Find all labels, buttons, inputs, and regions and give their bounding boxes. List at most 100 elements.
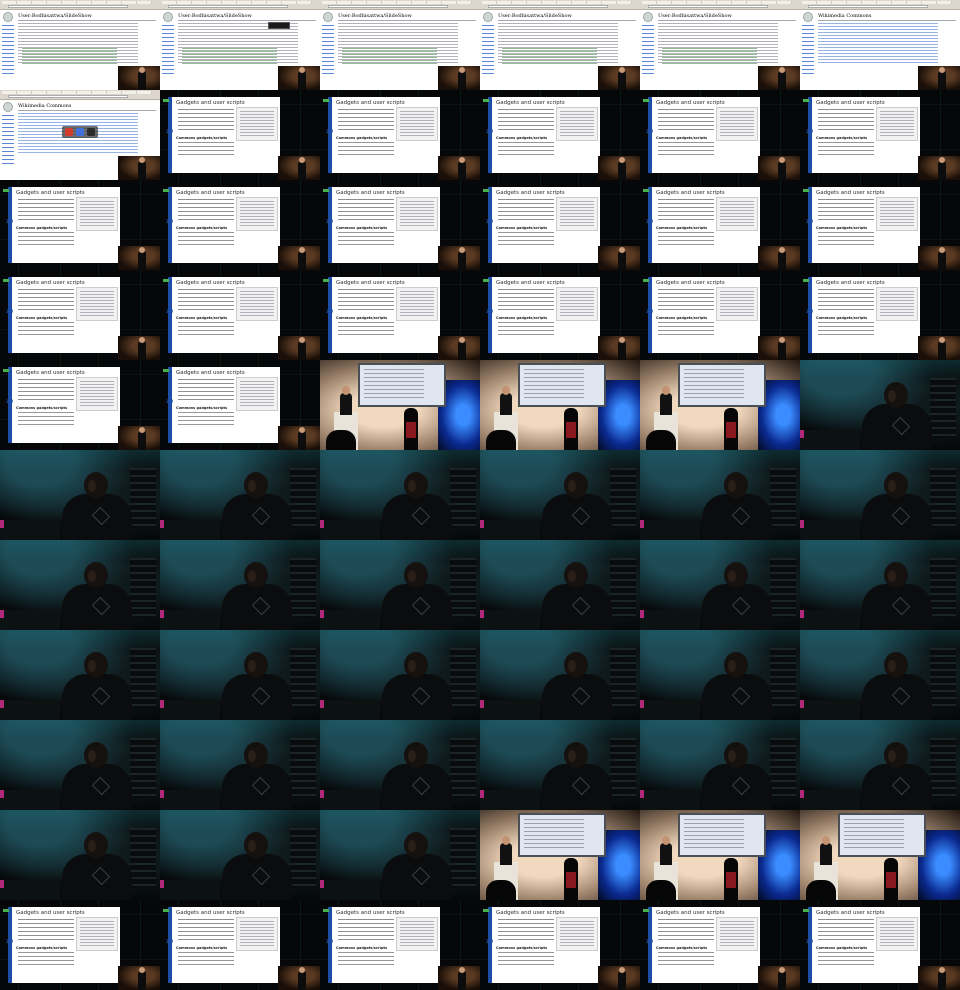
speaker-figure: [938, 341, 946, 360]
browser-tabs[interactable]: [2, 1, 152, 4]
browser-tabs[interactable]: [802, 1, 952, 4]
wiki-logo-icon[interactable]: [323, 12, 333, 22]
dark-room-photo: [640, 540, 800, 630]
dark-room-photo: [480, 540, 640, 630]
slide-screenshot: [396, 197, 438, 231]
slide-screenshot: [556, 917, 598, 951]
frame-tile: [640, 810, 800, 900]
slide-accent-bar: [648, 187, 652, 263]
frame-tile: [320, 810, 480, 900]
desk: [160, 880, 220, 900]
speaker-inset: [598, 966, 640, 990]
face-highlight: [248, 570, 256, 582]
wiki-logo-icon[interactable]: [803, 12, 813, 22]
address-bar[interactable]: [488, 5, 608, 8]
slide-bullets-secondary: [178, 322, 234, 336]
frame-tile: User:Bodhisattwa/SlideShow: [0, 0, 160, 90]
speaker-figure: [138, 431, 146, 450]
frame-tile: [640, 450, 800, 540]
presentation-frame: Gadgets and user scripts Commons gadgets…: [160, 360, 320, 450]
page-title: User:Bodhisattwa/SlideShow: [498, 13, 572, 19]
slide-bullets-secondary: [818, 232, 874, 246]
slide-screenshot: [876, 287, 918, 321]
speaker-figure: [340, 393, 352, 415]
wiki-logo-icon[interactable]: [643, 12, 653, 22]
browser-tabs[interactable]: [2, 91, 152, 94]
pink-light: [640, 610, 644, 618]
page-title: User:Bodhisattwa/SlideShow: [338, 13, 412, 19]
cyan-light: [640, 450, 800, 470]
context-menu[interactable]: [268, 22, 290, 29]
wiki-sidebar-links[interactable]: [642, 25, 654, 75]
stage-photo: [320, 360, 480, 450]
slide-title: Gadgets and user scripts: [656, 100, 725, 106]
wiki-sidebar-links[interactable]: [802, 25, 814, 75]
slide-accent-bar: [8, 907, 12, 983]
slide-watermark: 2W: [646, 219, 654, 224]
slide-green-marker: [163, 99, 169, 102]
code-block: [22, 48, 117, 66]
address-bar[interactable]: [328, 5, 448, 8]
wiki-sidebar-links[interactable]: [162, 25, 174, 75]
title-divider: [18, 20, 156, 21]
mail-app-icon[interactable]: [76, 128, 84, 136]
frame-tile: Gadgets and user scripts Commons gadgets…: [480, 90, 640, 180]
frame-tile: Gadgets and user scripts Commons gadgets…: [320, 900, 480, 990]
slide-title: Gadgets and user scripts: [16, 370, 85, 376]
address-bar[interactable]: [648, 5, 768, 8]
dark-room-photo: [0, 810, 160, 900]
browser-app-icon[interactable]: [65, 128, 73, 136]
pink-light: [160, 610, 164, 618]
terminal-app-icon[interactable]: [87, 128, 95, 136]
wiki-sidebar-links[interactable]: [482, 25, 494, 75]
browser-tabs[interactable]: [482, 1, 632, 4]
app-switcher[interactable]: [62, 126, 98, 138]
presentation-frame: Gadgets and user scripts Commons gadgets…: [160, 900, 320, 990]
desk: [160, 790, 220, 810]
speaker-head: [299, 247, 305, 253]
wiki-sidebar-links[interactable]: [322, 25, 334, 75]
wiki-sidebar-links[interactable]: [2, 115, 14, 165]
browser-toolbar: [480, 0, 640, 10]
face-highlight: [728, 750, 736, 762]
wiki-logo-icon[interactable]: [3, 12, 13, 22]
address-bar[interactable]: [8, 95, 128, 98]
browser-tabs[interactable]: [162, 1, 312, 4]
slide-screenshot: [396, 917, 438, 951]
speaker-figure: [618, 161, 626, 180]
browser-tabs[interactable]: [642, 1, 792, 4]
slide-screenshot: [236, 107, 278, 141]
equipment-rack: [450, 558, 476, 618]
speaker-figure: [778, 971, 786, 990]
speaker-inset: [438, 336, 480, 360]
address-bar[interactable]: [808, 5, 928, 8]
pink-light: [0, 880, 4, 888]
wiki-logo-icon[interactable]: [483, 12, 493, 22]
slide-card: Gadgets and user scripts Commons gadgets…: [323, 187, 440, 263]
slide-bullets: [178, 919, 234, 943]
speaker-head: [342, 386, 350, 395]
frame-tile: Gadgets and user scripts Commons gadgets…: [800, 900, 960, 990]
pink-light: [800, 700, 804, 708]
speaker-head: [779, 247, 785, 253]
slide-accent-bar: [808, 907, 812, 983]
audience-red-shirt: [886, 872, 896, 888]
speaker-head: [459, 967, 465, 973]
page-title: Wikimedia Commons: [18, 103, 72, 109]
frame-tile: [800, 450, 960, 540]
desk: [320, 790, 380, 810]
desk: [480, 790, 540, 810]
wiki-logo-icon[interactable]: [163, 12, 173, 22]
slide-subheading: Commons gadgets/scripts: [816, 136, 868, 140]
frame-tile: [480, 540, 640, 630]
slide-subheading: Commons gadgets/scripts: [176, 316, 228, 320]
address-bar[interactable]: [168, 5, 288, 8]
slide-bullets-secondary: [18, 412, 74, 426]
wiki-logo-icon[interactable]: [3, 102, 13, 112]
audience-silhouette: [646, 430, 676, 450]
wiki-sidebar-links[interactable]: [2, 25, 14, 75]
address-bar[interactable]: [8, 5, 128, 8]
frame-tile: Wikimedia Commons: [0, 90, 160, 180]
slide-watermark: 2W: [326, 939, 334, 944]
browser-tabs[interactable]: [322, 1, 472, 4]
